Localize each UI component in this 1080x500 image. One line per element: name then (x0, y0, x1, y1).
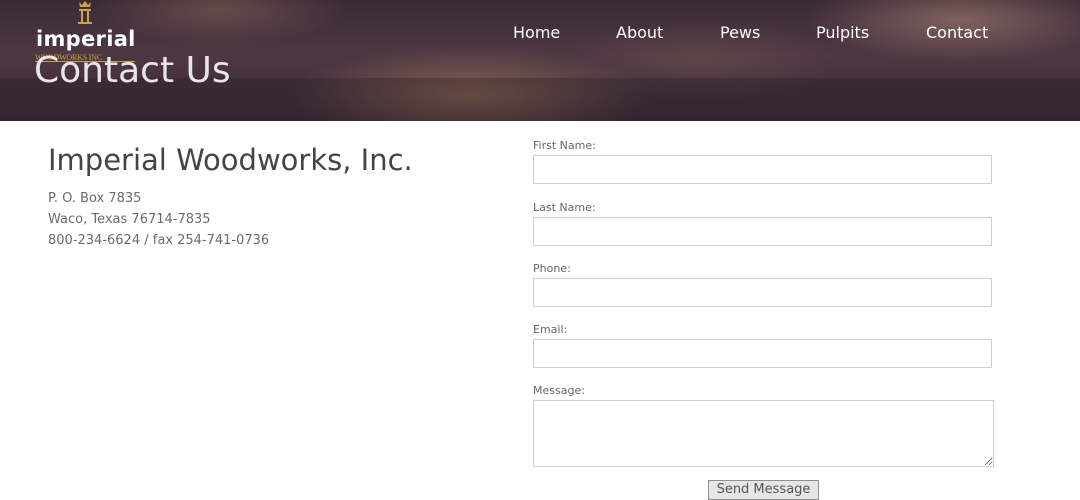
message-label: Message: (533, 384, 585, 397)
phone-label: Phone: (533, 262, 571, 275)
address-line-1: P. O. Box 7835 (48, 191, 142, 206)
address-line-2: Waco, Texas 76714-7835 (48, 212, 211, 227)
email-field[interactable] (533, 339, 992, 368)
send-message-button[interactable]: Send Message (708, 480, 819, 500)
last-name-label: Last Name: (533, 201, 596, 214)
company-name: Imperial Woodworks, Inc. (48, 143, 413, 177)
first-name-label: First Name: (533, 139, 596, 152)
contact-form: First Name: Last Name: Phone: Email: Mes… (533, 0, 995, 500)
first-name-field[interactable] (533, 155, 992, 184)
last-name-field[interactable] (533, 217, 992, 246)
page-title: Contact Us (34, 50, 231, 91)
message-field[interactable] (533, 400, 994, 467)
email-label: Email: (533, 323, 568, 336)
phone-fax: 800-234-6624 / fax 254-741-0736 (48, 233, 270, 248)
phone-field[interactable] (533, 278, 992, 307)
